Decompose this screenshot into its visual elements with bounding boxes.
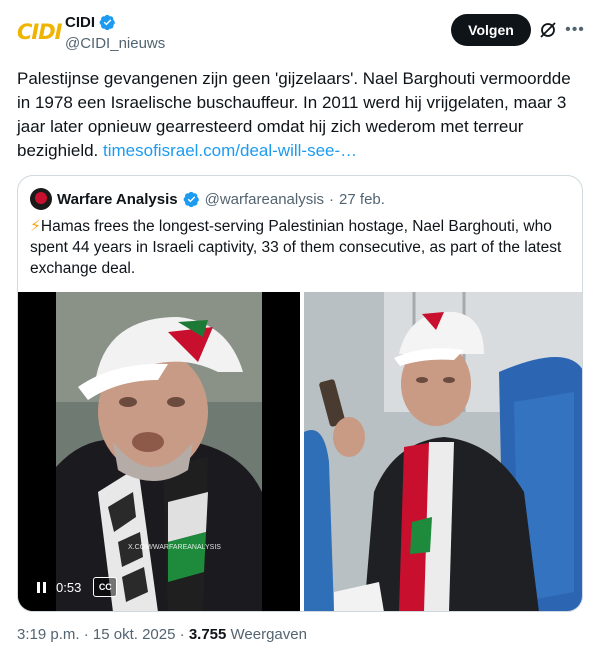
- quote-display-name[interactable]: Warfare Analysis: [57, 191, 178, 208]
- photo-image[interactable]: [304, 292, 582, 611]
- verified-badge-icon: [99, 14, 115, 31]
- captions-icon[interactable]: CC: [93, 577, 118, 597]
- grok-icon[interactable]: [538, 20, 558, 40]
- verified-badge-icon: [183, 191, 199, 207]
- photo-bus-interior: [304, 292, 582, 611]
- video-controls: 0:53 CC: [32, 577, 118, 597]
- footer-date[interactable]: 15 okt. 2025: [93, 626, 176, 643]
- author-display-name[interactable]: CIDI: [65, 14, 95, 31]
- quote-text: ⚡Hamas frees the longest-serving Palesti…: [30, 216, 575, 279]
- video-player[interactable]: X.COM/WARFAREANALYSIS 0:53 CC: [18, 292, 300, 611]
- footer-views-label: Weergaven: [226, 626, 307, 643]
- footer-sep-2: ·: [175, 626, 189, 643]
- quote-avatar[interactable]: [30, 188, 52, 210]
- more-icon[interactable]: •••: [565, 20, 585, 40]
- footer-time[interactable]: 3:19 p.m.: [17, 626, 80, 643]
- author-avatar-logo[interactable]: CIDI: [17, 18, 62, 46]
- author-name-row: CIDI: [65, 14, 116, 31]
- tweet-header: CIDI CIDI @CIDI_nieuws Volgen •••: [0, 0, 605, 62]
- follow-button[interactable]: Volgen: [451, 14, 531, 46]
- video-watermark: X.COM/WARFAREANALYSIS: [128, 544, 221, 551]
- quote-date: 27 feb.: [339, 190, 385, 208]
- footer-views-count: 3.755: [188, 626, 227, 643]
- pause-icon[interactable]: [32, 578, 50, 596]
- quote-handle: @warfareanalysis: [204, 190, 325, 208]
- quoted-tweet[interactable]: Warfare Analysis @warfareanalysis · 27 f…: [17, 175, 583, 612]
- lightning-icon: ⚡: [30, 218, 41, 235]
- quote-body: Hamas frees the longest-serving Palestin…: [30, 218, 562, 277]
- video-time: 0:53: [56, 579, 82, 595]
- quote-header: Warfare Analysis @warfareanalysis · 27 f…: [30, 188, 385, 210]
- footer-sep-1: ·: [79, 626, 93, 643]
- tweet-text: Palestijnse gevangenen zijn geen 'gijzel…: [17, 67, 587, 163]
- author-handle[interactable]: @CIDI_nieuws: [65, 35, 165, 52]
- tweet-link[interactable]: timesofisrael.com/deal-will-see-…: [103, 141, 357, 160]
- tweet-footer: 3:19 p.m. · 15 okt. 2025 · 3.755 Weergav…: [17, 626, 307, 643]
- video-frame-image: [18, 292, 300, 611]
- quote-media: X.COM/WARFAREANALYSIS 0:53 CC: [18, 292, 582, 611]
- quote-separator: ·: [329, 190, 335, 208]
